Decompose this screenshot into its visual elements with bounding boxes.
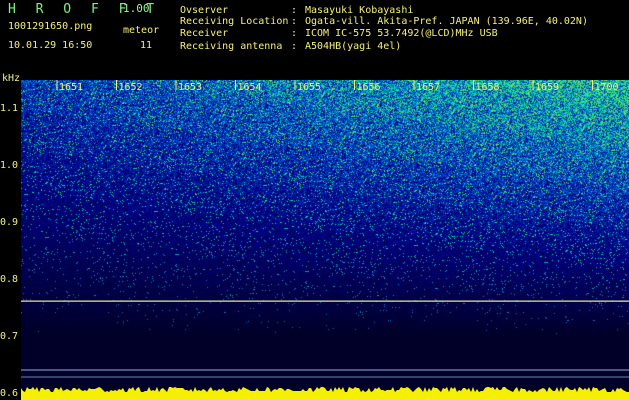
frequency-tick-label: 0.8 <box>0 274 19 285</box>
receiver-value: ICOM IC-575 53.7492(@LCD)MHz USB <box>305 28 498 39</box>
date-time: 10.01.29 16:50 <box>8 40 93 51</box>
time-label: 1652 <box>119 82 143 93</box>
file-name: 1001291650.png <box>8 21 93 32</box>
time-label: 1653 <box>178 82 202 93</box>
time-label: 1700 <box>595 82 619 93</box>
frequency-tick-label: 1.1 <box>0 102 19 114</box>
spectrogram-overlay: 1651 1652 1653 1654 1655 1656 1657 1658 1659 1700 <box>21 80 629 400</box>
receiver-colon: : <box>291 28 298 39</box>
meteor-count: 11 <box>140 40 153 51</box>
observer-colon: : <box>291 5 298 16</box>
time-label: 1654 <box>238 82 262 93</box>
time-label: 1658 <box>476 82 500 93</box>
mode-label: meteor <box>123 25 160 36</box>
time-label: 1651 <box>59 82 83 93</box>
antenna-label: Receiving antenna <box>180 41 283 52</box>
spectrogram-plot: 1651 1652 1653 1654 1655 1656 1657 1658 1659 1700 <box>21 80 629 400</box>
frequency-tick-label: 1.0 <box>0 159 19 171</box>
antenna-value: A504HB(yagi 4el) <box>305 41 402 52</box>
frequency-tick-label: 0.7 <box>0 331 19 343</box>
location-label: Receiving Location <box>180 16 289 27</box>
time-label: 1656 <box>357 82 381 93</box>
time-label: 1655 <box>297 82 321 93</box>
location-value: Ogata-vill. Akita-Pref. JAPAN (139.96E, … <box>305 16 588 27</box>
app-version: 1.00 <box>123 2 150 15</box>
observer-value: Masayuki Kobayashi <box>305 5 414 16</box>
receiver-label: Receiver <box>180 28 229 39</box>
observer-label: Ovserver <box>180 5 229 16</box>
baseline-band <box>21 387 629 400</box>
frequency-unit-label: kHz <box>2 73 21 84</box>
time-label: 1659 <box>535 82 559 93</box>
location-colon: : <box>291 16 298 27</box>
antenna-colon: : <box>291 41 298 52</box>
time-label: 1657 <box>416 82 440 93</box>
frequency-tick-label: 0.6 <box>0 388 19 400</box>
header-panel: H R O F F T 1.00 1001291650.png meteor 1… <box>0 0 629 78</box>
frequency-tick-label: 0.9 <box>0 216 19 228</box>
